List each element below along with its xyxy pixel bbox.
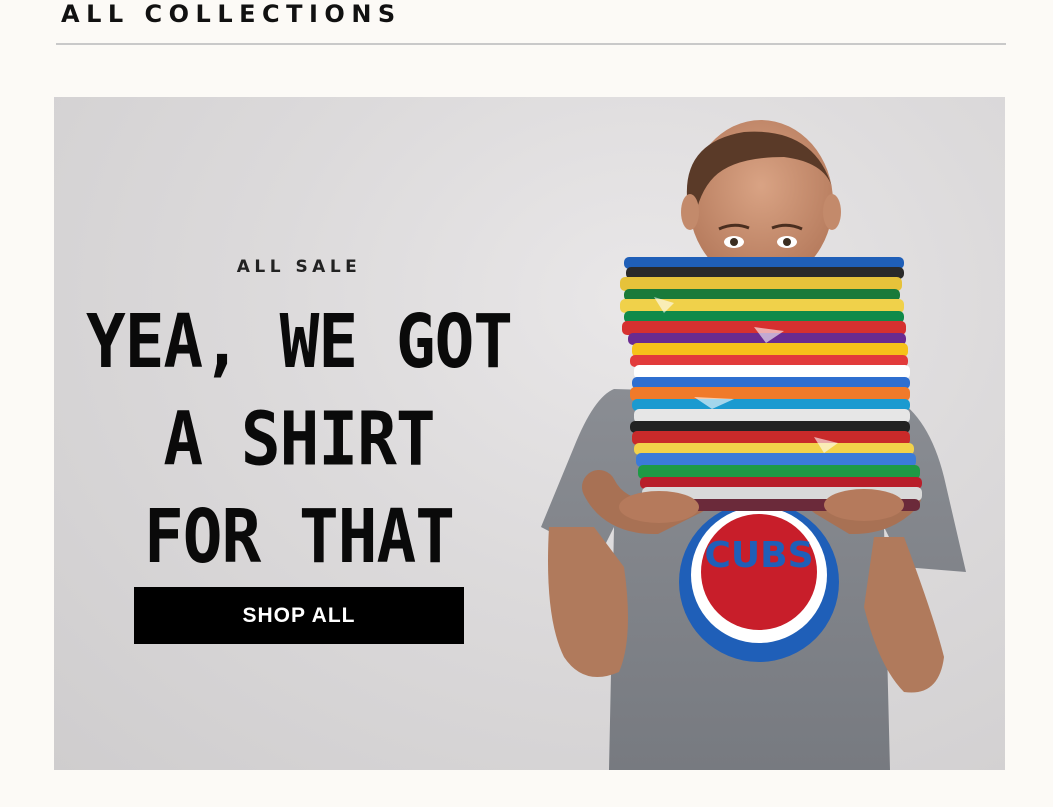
- section-heading: ALL COLLECTIONS: [61, 0, 402, 28]
- hero-headline-line: A SHIRT: [163, 396, 435, 483]
- shirt-stack: [620, 257, 922, 511]
- page: ALL COLLECTIONS CUBS ALL SALE YEA, WE GO…: [0, 0, 1053, 807]
- shop-all-button[interactable]: SHOP ALL: [134, 587, 464, 644]
- hero-headline: YEA, WE GOT A SHIRT FOR THAT: [74, 293, 524, 585]
- shirt-print-text: CUBS: [704, 535, 813, 576]
- heading-divider: [56, 43, 1006, 45]
- hero-headline-line: YEA, WE GOT: [85, 298, 513, 385]
- hero-eyebrow: ALL SALE: [236, 257, 362, 277]
- hero-headline-line: FOR THAT: [144, 493, 455, 580]
- hero-banner[interactable]: CUBS ALL SALE YEA, WE GOT A SHIRT FOR TH…: [54, 97, 1005, 770]
- hero-copy: ALL SALE YEA, WE GOT A SHIRT FOR THAT: [74, 255, 524, 580]
